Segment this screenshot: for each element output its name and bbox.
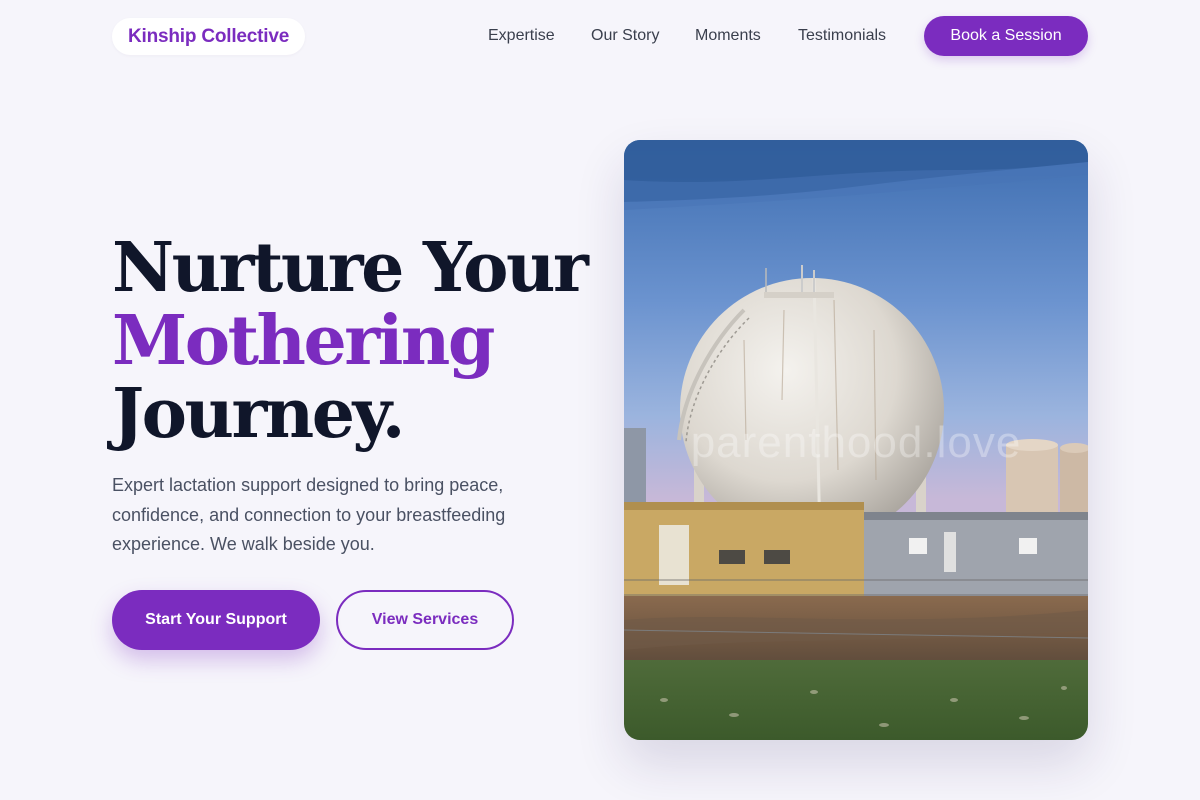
nav-link-moments[interactable]: Moments	[695, 27, 761, 45]
headline-line-3: Journey.	[112, 374, 405, 454]
hero-headline: Nurture Your Mothering Journey.	[112, 232, 592, 451]
headline-line-1: Nurture Your	[112, 228, 589, 308]
nav-item-testimonials[interactable]: Testimonials	[798, 24, 886, 48]
nav-link-our-story[interactable]: Our Story	[591, 27, 659, 45]
brand-logo[interactable]: Kinship Collective	[112, 18, 306, 55]
nav-link-expertise[interactable]: Expertise	[488, 27, 555, 45]
site-header: Kinship Collective Expertise Our Story M…	[0, 0, 1200, 72]
nav-link-testimonials[interactable]: Testimonials	[798, 27, 886, 45]
nav-item-expertise[interactable]: Expertise	[488, 24, 555, 48]
view-services-button[interactable]: View Services	[336, 590, 514, 650]
nav-item-moments[interactable]: Moments	[695, 24, 761, 48]
headline-line-2-accent: Mothering	[112, 301, 495, 381]
hero-lead-text: Expert lactation support designed to bri…	[112, 475, 506, 554]
hero-image: parenthood.love	[624, 140, 1088, 740]
start-support-button[interactable]: Start Your Support	[112, 590, 320, 650]
hero-image-illustration	[624, 140, 1088, 740]
nav-item-our-story[interactable]: Our Story	[591, 24, 659, 48]
book-session-button[interactable]: Book a Session	[924, 16, 1088, 56]
